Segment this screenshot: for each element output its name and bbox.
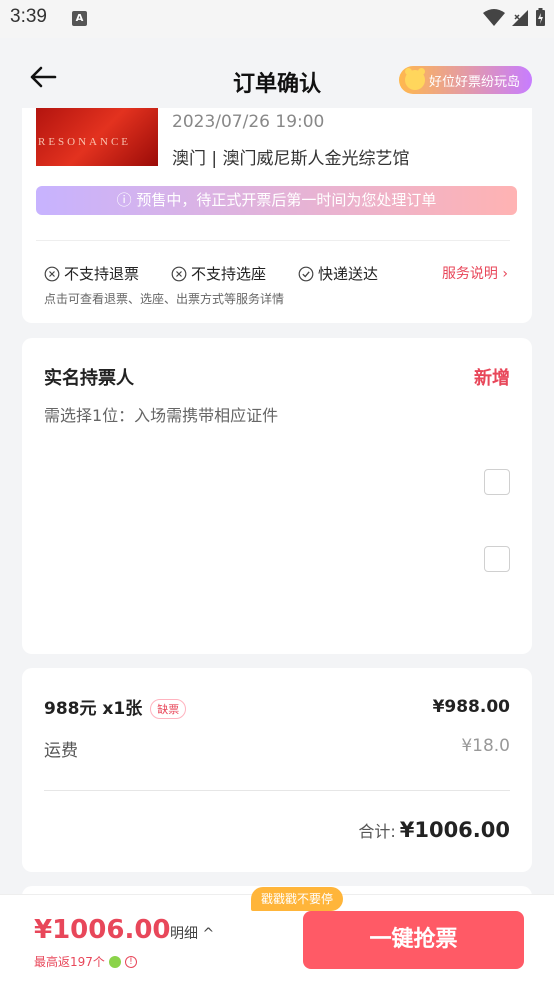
accessibility-a-icon: A (72, 11, 87, 26)
bottom-total-price: ¥1006.00 (34, 915, 171, 945)
status-time: 3:39 (10, 6, 47, 27)
cashback-info[interactable]: 最高返197个 ! (34, 953, 137, 970)
promo-label: 好位好票纷玩岛 (428, 74, 520, 90)
add-holder-button[interactable]: 新增 (474, 364, 510, 390)
status-bar: 3:39 A (0, 0, 554, 38)
coin-icon (108, 955, 121, 968)
ticket-holder-card: 实名持票人 新增 需选择1位：入场需携带相应证件 (22, 338, 532, 654)
info-alert-icon: ! (124, 955, 137, 968)
ticket-item-label: 988元 x1张 (44, 699, 143, 719)
battery-icon (536, 8, 545, 26)
event-poster[interactable]: RESONANCE (36, 108, 158, 166)
shipping-value: ¥18.0 (461, 736, 510, 756)
holder-checkbox[interactable] (484, 546, 510, 572)
total-value: ¥1006.00 (399, 818, 510, 842)
holder-checkbox[interactable] (484, 469, 510, 495)
total-row: 合计: ¥1006.00 (358, 818, 510, 842)
check-circle-icon (298, 266, 314, 281)
cashback-label: 最高返197个 (34, 955, 105, 969)
event-datetime: 2023/07/26 19:00 (172, 112, 325, 132)
service-express: 快递送达 (298, 263, 378, 284)
service-label: 快递送达 (318, 265, 379, 283)
buy-tip-bubble: 戳戳戳不要停 (251, 887, 344, 911)
service-no-refund: 不支持退票 (44, 263, 139, 284)
shipping-row: 运费 ¥18.0 (44, 736, 510, 761)
price-detail-toggle[interactable]: 明细 ^ (170, 923, 214, 943)
service-no-seat: 不支持选座 (171, 263, 266, 284)
service-info-link[interactable]: 服务说明 › (442, 263, 508, 283)
divider (36, 240, 510, 241)
event-venue: 澳门 | 澳门威尼斯人金光综艺馆 (172, 149, 410, 169)
x-circle-icon (44, 266, 60, 281)
bottom-bar: ¥1006.00 明细 ^ 最高返197个 ! 一键抢票 戳戳戳不要停 (0, 887, 554, 984)
event-card: RESONANCE 2023/07/26 19:00 澳门 | 澳门威尼斯人金光… (22, 108, 532, 323)
promo-badge[interactable]: 好位好票纷玩岛 (398, 66, 532, 94)
holder-title: 实名持票人 (44, 368, 134, 389)
grab-ticket-button[interactable]: 一键抢票 (303, 911, 524, 969)
service-list[interactable]: 不支持退票 不支持选座 快递送达 (44, 263, 378, 284)
poster-text: RESONANCE (38, 136, 132, 148)
ticket-item-price: ¥988.00 (432, 696, 510, 717)
price-card: 988元 x1张 缺票 ¥988.00 运费 ¥18.0 合计: ¥1006.00 (22, 668, 532, 872)
service-label: 不支持退票 (64, 265, 140, 283)
bear-logo-icon (404, 68, 425, 90)
status-right-icons (483, 8, 546, 27)
service-label: 不支持选座 (191, 265, 267, 283)
divider (44, 790, 510, 791)
service-hint: 点击可查看退票、选座、出票方式等服务详情 (44, 292, 285, 306)
presale-notice: ⓘ 预售中，待正式开票后第一时间为您处理订单 (36, 186, 517, 215)
shortage-tag: 缺票 (150, 699, 187, 719)
ticket-item: 988元 x1张 缺票 (44, 694, 187, 719)
wifi-icon (483, 8, 505, 26)
signal-icon (512, 9, 528, 26)
x-circle-icon (171, 266, 187, 281)
ticket-price-row: 988元 x1张 缺票 ¥988.00 (44, 694, 510, 719)
holder-hint: 需选择1位：入场需携带相应证件 (44, 406, 279, 425)
total-label: 合计: (358, 822, 396, 841)
shipping-label: 运费 (44, 741, 78, 761)
